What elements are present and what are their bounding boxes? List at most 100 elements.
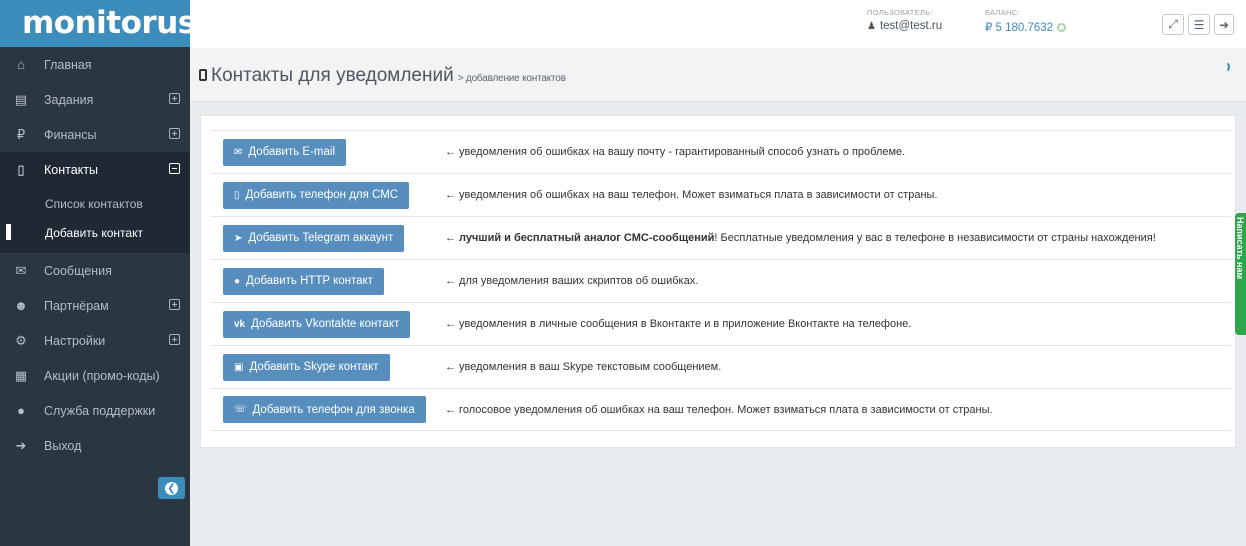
sidebar-item-label: Задания xyxy=(44,92,94,107)
balance-value-row[interactable]: ₽ 5 180.7632 xyxy=(985,20,1067,34)
feedback-tab[interactable]: Написать нам xyxy=(1235,213,1246,335)
contacts-panel: ✉ Добавить E-mail ← уведомления об ошибк… xyxy=(200,115,1236,448)
contact-type-row: ▣ Добавить Skype контакт ← уведомления в… xyxy=(211,345,1231,388)
contact-type-row: ▯ Добавить телефон для СМС ← уведомления… xyxy=(211,173,1231,216)
user-label: ПОЛЬЗОВАТЕЛЬ: xyxy=(867,8,933,17)
button-label: Добавить E-mail xyxy=(248,146,335,158)
users-icon: ☻ xyxy=(14,298,28,313)
sidebar-item-label: Контакты xyxy=(44,162,98,177)
add-vkontakte-button[interactable]: vk Добавить Vkontakte контакт xyxy=(223,310,411,338)
menu-icon: ☰ xyxy=(1193,17,1205,32)
button-label: Добавить телефон для звонка xyxy=(252,403,415,416)
button-label: Добавить Vkontakte контакт xyxy=(251,318,400,330)
submenu-item-add-contact[interactable]: Добавить контакт xyxy=(0,218,190,247)
sidebar-item-partners[interactable]: ☻ Партнёрам xyxy=(0,288,190,323)
row-description: ← уведомления об ошибках на вашу почту -… xyxy=(445,146,906,158)
phone-icon: ▯ xyxy=(17,161,25,177)
add-skype-button[interactable]: ▣ Добавить Skype контакт xyxy=(223,353,390,381)
sidebar-item-label: Служба поддержки xyxy=(44,403,156,418)
row-description: ← голосовое уведомления об ошибках на ва… xyxy=(445,403,993,416)
logout-icon: ➜ xyxy=(15,437,27,453)
ruble-icon: ₽ xyxy=(16,126,26,142)
page-title-text: Контакты для уведомлений xyxy=(211,65,454,86)
page-subtitle: > добавление контактов xyxy=(457,73,566,84)
comments-icon: ● xyxy=(17,403,25,418)
sidebar-item-promo[interactable]: ▦ Акции (промо-коды) xyxy=(0,358,190,393)
menu-button[interactable]: ☰ xyxy=(1188,14,1210,35)
tasks-icon: ▤ xyxy=(14,91,28,107)
skype-icon: ▣ xyxy=(234,361,244,373)
add-email-button[interactable]: ✉ Добавить E-mail xyxy=(223,138,346,166)
balance-info: БАЛАНС: ₽ 5 180.7632 xyxy=(985,8,1067,34)
submenu-item-label: Список контактов xyxy=(45,196,143,211)
add-sms-phone-button[interactable]: ▯ Добавить телефон для СМС xyxy=(223,181,410,209)
envelope-icon: ✉ xyxy=(15,262,27,278)
logout-button[interactable]: ➜ xyxy=(1214,14,1234,35)
mobile-icon xyxy=(199,69,207,81)
sidebar-item-label: Настройки xyxy=(44,333,106,348)
sidebar-item-finance[interactable]: ₽ Финансы xyxy=(0,117,190,152)
add-call-phone-button[interactable]: ☏ Добавить телефон для звонка xyxy=(223,396,426,423)
telegram-icon: ➤ xyxy=(234,232,243,244)
contacts-submenu: Список контактов Добавить контакт xyxy=(0,187,190,253)
sidebar-item-label: Акции (промо-коды) xyxy=(44,368,160,383)
contact-type-row: ● Добавить HTTP контакт ← для уведомлени… xyxy=(211,259,1231,302)
row-description: ← уведомления в личные сообщения в Вконт… xyxy=(445,318,912,330)
sidebar-item-settings[interactable]: ⚙ Настройки xyxy=(0,323,190,358)
sidebar-item-label: Главная xyxy=(44,57,92,72)
balance-value: ₽ 5 180.7632 xyxy=(985,22,1054,34)
row-description: ← уведомления в ваш Skype текстовым сооб… xyxy=(445,361,722,373)
mobile-icon: ▯ xyxy=(234,189,240,201)
expand-plus-icon[interactable] xyxy=(169,334,180,345)
sidebar-nav: ⌂ Главная ▤ Задания ₽ Финансы ▯ Контакты… xyxy=(0,47,190,463)
feedback-tab-label: Написать нам xyxy=(1235,217,1245,280)
page-header: Контакты для уведомлений > добавление ко… xyxy=(190,48,1246,102)
add-telegram-button[interactable]: ➤ Добавить Telegram аккаунт xyxy=(223,224,405,252)
expand-plus-icon[interactable] xyxy=(169,93,180,104)
logo[interactable]: monitorus xyxy=(0,0,196,47)
row-description: ← уведомления об ошибках на ваш телефон.… xyxy=(445,189,938,201)
submenu-item-label: Добавить контакт xyxy=(45,225,143,240)
sidebar-item-label: Партнёрам xyxy=(44,298,109,313)
phone-square-icon: ☏ xyxy=(234,404,247,415)
button-label: Добавить Telegram аккаунт xyxy=(248,232,394,244)
sidebar: monitorus ⌂ Главная ▤ Задания ₽ Финансы … xyxy=(0,0,196,546)
button-label: Добавить телефон для СМС xyxy=(245,189,399,201)
row-description: ← лучший и бесплатный аналог СМС-сообщен… xyxy=(445,232,1156,244)
main-content: Контакты для уведомлений > добавление ко… xyxy=(190,48,1246,546)
sidebar-item-logout[interactable]: ➜ Выход xyxy=(0,428,190,463)
sidebar-item-support[interactable]: ● Служба поддержки xyxy=(0,393,190,428)
user-icon: ♟ xyxy=(867,20,876,32)
collapse-sidebar-button[interactable]: ❮ xyxy=(158,477,185,499)
gift-icon: ▦ xyxy=(14,367,28,383)
expand-plus-icon[interactable] xyxy=(169,128,180,139)
submenu-item-contact-list[interactable]: Список контактов xyxy=(0,189,190,218)
button-label: Добавить Skype контакт xyxy=(249,361,379,373)
sidebar-item-messages[interactable]: ✉ Сообщения xyxy=(0,253,190,288)
sidebar-item-tasks[interactable]: ▤ Задания xyxy=(0,82,190,117)
sidebar-item-label: Сообщения xyxy=(44,263,112,278)
vk-icon: vk xyxy=(234,318,246,330)
button-label: Добавить HTTP контакт xyxy=(246,275,373,287)
sidebar-item-home[interactable]: ⌂ Главная xyxy=(0,47,190,82)
page-title: Контакты для уведомлений > добавление ко… xyxy=(199,65,566,87)
user-info: ПОЛЬЗОВАТЕЛЬ: ♟ test@test.ru xyxy=(867,8,942,32)
user-value-row[interactable]: ♟ test@test.ru xyxy=(867,20,942,32)
collapse-minus-icon[interactable] xyxy=(169,163,180,174)
fullscreen-icon: ⤢ xyxy=(1168,17,1178,31)
status-dot-icon xyxy=(1057,22,1067,32)
expand-plus-icon[interactable] xyxy=(169,299,180,310)
top-bar: ПОЛЬЗОВАТЕЛЬ: ♟ test@test.ru БАЛАНС: ₽ 5… xyxy=(190,0,1246,48)
envelope-icon: ✉ xyxy=(234,146,243,158)
sidebar-item-contacts[interactable]: ▯ Контакты xyxy=(0,152,190,187)
gear-icon: ⚙ xyxy=(15,332,27,348)
sidebar-item-label: Выход xyxy=(44,438,82,453)
add-http-button[interactable]: ● Добавить HTTP контакт xyxy=(223,267,384,295)
brand-name: monitorus xyxy=(22,5,196,41)
sidebar-item-label: Финансы xyxy=(44,127,97,142)
user-email: test@test.ru xyxy=(879,20,943,32)
row-description: ← для уведомления ваших скриптов об ошиб… xyxy=(445,275,699,287)
contact-type-row: vk Добавить Vkontakte контакт ← уведомле… xyxy=(211,302,1231,345)
balance-label: БАЛАНС: xyxy=(985,8,1020,17)
fullscreen-button[interactable]: ⤢ xyxy=(1162,14,1184,35)
